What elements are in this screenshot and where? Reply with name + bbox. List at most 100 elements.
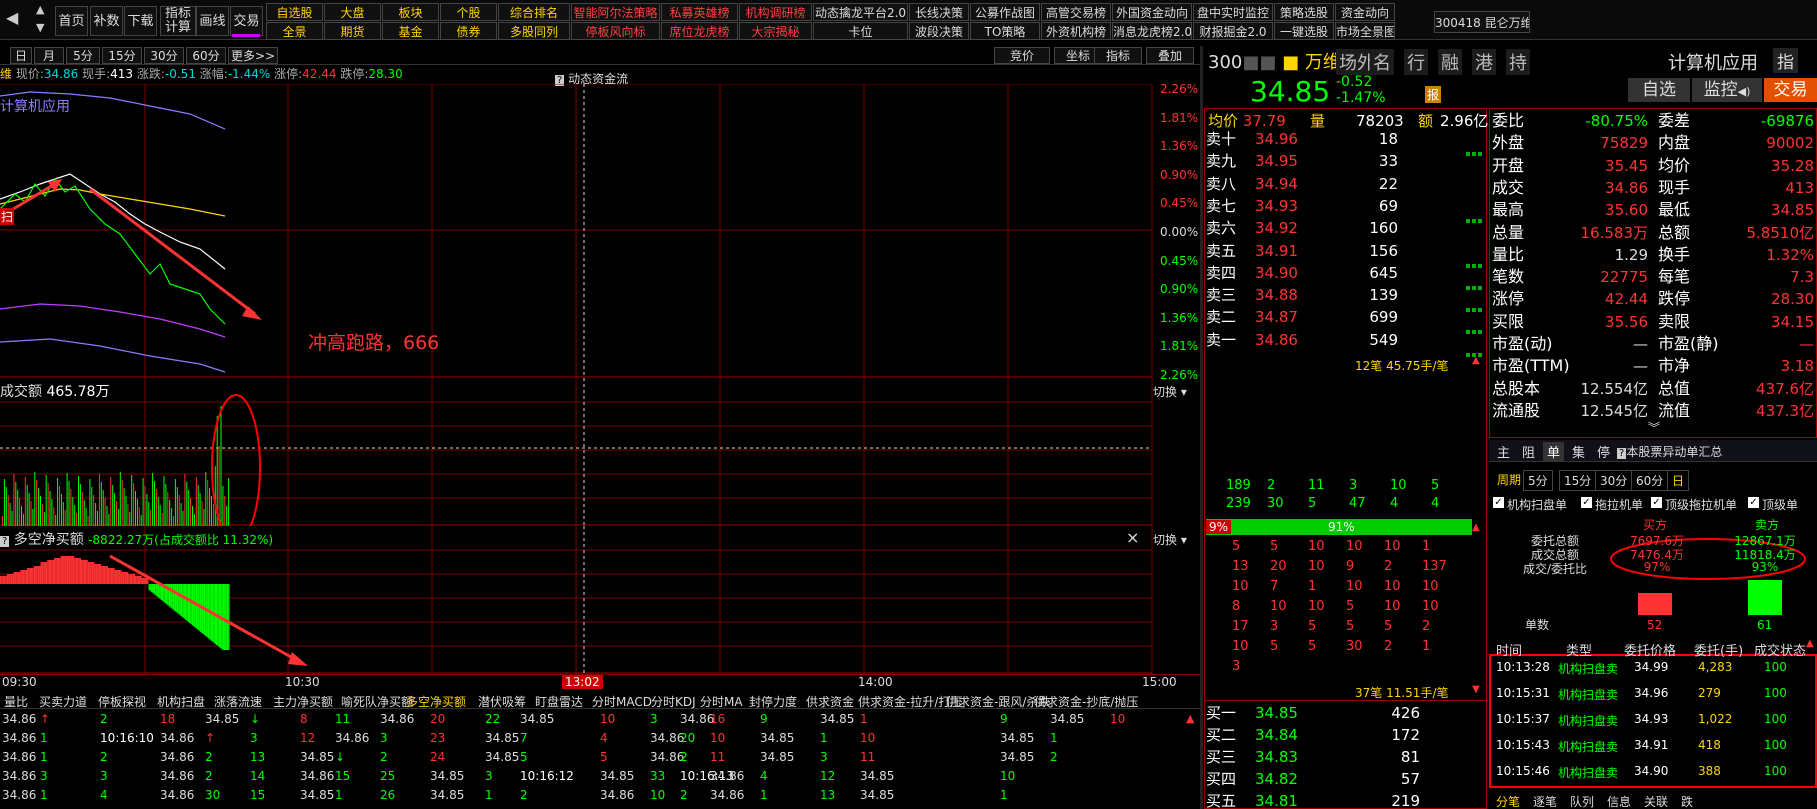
menu-row1-5[interactable]: 智能阿尔法策略 (571, 3, 660, 21)
menu-row2-11[interactable]: 外资机构榜 (1041, 22, 1111, 40)
bottom-tab-12[interactable]: 分时MA (700, 693, 743, 710)
bottom-scroll-icon[interactable]: ▲ (1186, 712, 1194, 725)
tab2-3[interactable]: 集 (1568, 442, 1589, 461)
menu-row1-4[interactable]: 综合排名 (498, 3, 570, 21)
bottom-tab-7[interactable]: 多空净买额 (406, 693, 466, 710)
add-self-button[interactable]: 自选 (1628, 78, 1690, 102)
menu-row1-9[interactable]: 长线决策 (909, 3, 969, 21)
bottom-tab2-0[interactable]: 分笔 (1496, 793, 1520, 809)
nav-button-0[interactable]: 首页 (55, 6, 88, 36)
bottom-tab2-4[interactable]: 关联 (1644, 793, 1668, 809)
menu-row2-9[interactable]: 波段决策 (909, 22, 969, 40)
menu-row2-14[interactable]: 一键选股 (1274, 22, 1334, 40)
stock-tab[interactable]: 300418 昆仑万维 (1434, 11, 1530, 33)
period2-0[interactable]: 周期 (1493, 470, 1525, 489)
period2-4[interactable]: 60分 (1631, 470, 1669, 491)
chart-tool-3[interactable]: 叠加 (1146, 47, 1194, 64)
report-icon[interactable]: 报 (1425, 86, 1442, 103)
queue-scroll-down-icon[interactable]: ▼ (1472, 684, 1480, 695)
trade-button[interactable]: 交易 (1764, 78, 1817, 102)
industry-tag[interactable]: 指 (1773, 48, 1798, 73)
period-tab-0[interactable]: 日 (10, 47, 32, 64)
chart-tool-0[interactable]: 竞价 (994, 47, 1050, 64)
quote-tag-3[interactable]: 融 (1438, 49, 1462, 75)
bottom-tab-1[interactable]: 买卖力道 (39, 693, 87, 710)
bottom-tab-2[interactable]: 停板探视 (98, 693, 146, 710)
scroll-up-icon[interactable]: ▲ (36, 3, 44, 16)
menu-row1-0[interactable]: 自选股 (266, 3, 323, 21)
bottom-tab-6[interactable]: 喻死队净买额 (341, 693, 413, 710)
bottom-tab2-2[interactable]: 队列 (1570, 793, 1594, 809)
quote-tag-2[interactable]: 行 (1404, 49, 1428, 75)
period2-3[interactable]: 30分 (1595, 470, 1633, 491)
menu-row1-7[interactable]: 机构调研榜 (739, 3, 812, 21)
bottom-tab-5[interactable]: 主力净买额 (273, 693, 333, 710)
bottom-tab-9[interactable]: 盯盘雷达 (535, 693, 583, 710)
menu-row2-13[interactable]: 财报掘金2.0 (1193, 22, 1273, 40)
check-icon[interactable]: ✓ (1748, 497, 1759, 508)
menu-row1-11[interactable]: 高管交易榜 (1041, 3, 1111, 21)
volume-chart[interactable] (0, 378, 1200, 526)
nav-button-1[interactable]: 补数 (90, 6, 123, 36)
menu-row2-15[interactable]: 市场全景图 (1335, 22, 1395, 40)
bottom-tab-17[interactable]: 供求资金-抄底/抛压 (1034, 693, 1138, 710)
menu-row1-3[interactable]: 个股 (440, 3, 497, 21)
menu-row2-2[interactable]: 基金 (382, 22, 439, 40)
price-chart[interactable] (0, 84, 1200, 384)
quote-tag-4[interactable]: 港 (1472, 49, 1496, 75)
nav-button-2[interactable]: 下载 (124, 6, 157, 36)
menu-row2-5[interactable]: 停板风向标 (571, 22, 660, 40)
menu-row1-6[interactable]: 私募英雄榜 (661, 3, 738, 21)
menu-row1-13[interactable]: 盘中实时监控 (1193, 3, 1273, 21)
period-tab-6[interactable]: 更多>> (228, 47, 278, 64)
back-arrow-icon[interactable]: ◀ (6, 8, 28, 32)
menu-row2-10[interactable]: TO策略 (970, 22, 1040, 40)
period2-5[interactable]: 日 (1667, 470, 1690, 491)
bottom-tab-4[interactable]: 涨落流速 (214, 693, 262, 710)
bottom-tab2-3[interactable]: 信息 (1607, 793, 1631, 809)
bottom-tab-0[interactable]: 量比 (4, 693, 28, 710)
scroll-down-icon[interactable]: ▼ (36, 21, 44, 34)
nav-button-4[interactable]: 画线 (196, 6, 229, 36)
menu-row1-1[interactable]: 大盘 (324, 3, 381, 21)
tab2-2[interactable]: 单 (1543, 442, 1565, 461)
bottom-tab-10[interactable]: 分时MACD (592, 693, 652, 710)
menu-row1-15[interactable]: 资金动向 (1335, 3, 1395, 21)
menu-row1-12[interactable]: 外国资金动向 (1112, 3, 1192, 21)
menu-row1-14[interactable]: 策略选股 (1274, 3, 1334, 21)
menu-row1-2[interactable]: 板块 (382, 3, 439, 21)
bottom-tab-14[interactable]: 供求资金 (806, 693, 854, 710)
period-tab-3[interactable]: 15分 (102, 47, 142, 64)
bottom-tab-11[interactable]: 分时KDJ (651, 693, 696, 710)
menu-row2-6[interactable]: 席位龙虎榜 (661, 22, 738, 40)
flow-switch[interactable]: 切换 ▾ (1153, 531, 1187, 548)
quote-tag-5[interactable]: 持 (1506, 49, 1530, 75)
queue-scroll-mid-icon[interactable]: ▲ (1472, 522, 1480, 533)
menu-row2-7[interactable]: 大宗揭秘 (739, 22, 812, 40)
bottom-tab-8[interactable]: 潜伏吸筹 (478, 693, 526, 710)
tabs2-note[interactable]: ? 本股票异动单汇总 (1617, 443, 1722, 460)
quote-tag-1[interactable]: 名 (1370, 49, 1394, 75)
period-tab-2[interactable]: 5分 (66, 47, 100, 64)
period-tab-5[interactable]: 60分 (186, 47, 226, 64)
menu-row1-10[interactable]: 公募作战图 (970, 3, 1040, 21)
nav-button-3[interactable]: 指标计算 (160, 6, 196, 36)
check-icon[interactable]: ✓ (1651, 497, 1662, 508)
bottom-tab2-1[interactable]: 逐笔 (1533, 793, 1557, 809)
flow-close-icon[interactable]: × (1126, 528, 1139, 547)
volume-switch[interactable]: 切换 ▾ (1153, 383, 1187, 400)
period-tab-4[interactable]: 30分 (144, 47, 184, 64)
tab2-4[interactable]: 停 (1593, 442, 1614, 461)
period2-1[interactable]: 5分 (1523, 470, 1553, 491)
chart-tool-2[interactable]: 指标 (1094, 47, 1142, 64)
check-icon[interactable]: ✓ (1581, 497, 1592, 508)
period-tab-1[interactable]: 月 (34, 47, 64, 64)
period2-2[interactable]: 15分 (1559, 470, 1597, 491)
nav-button-5[interactable]: 交易 (230, 6, 263, 36)
bottom-tab2-5[interactable]: 跌 (1681, 793, 1693, 809)
watch-button[interactable]: 监控◀) (1692, 78, 1762, 102)
tab2-1[interactable]: 阻 (1518, 442, 1539, 461)
menu-row1-8[interactable]: 动态擒龙平台2.0 (813, 3, 908, 21)
tab2-0[interactable]: 主 (1493, 442, 1514, 461)
menu-row2-4[interactable]: 多股同列 (498, 22, 570, 40)
